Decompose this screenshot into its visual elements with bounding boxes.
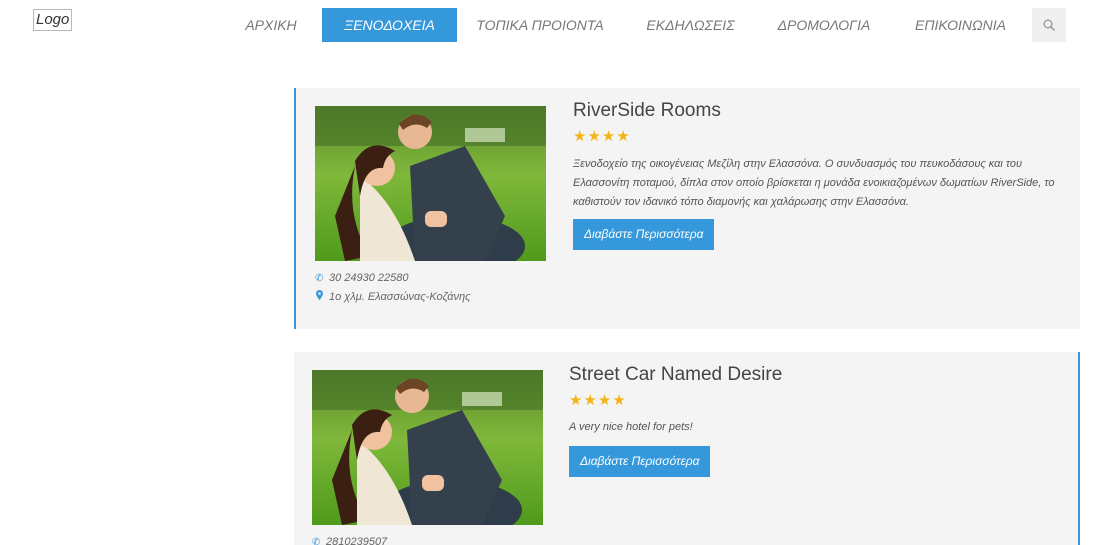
hotel-description: Ξενοδοχείο της οικογένειας Μεζίλη στην Ε…	[573, 158, 1055, 208]
address-text: 1ο χλμ. Ελασσώνας-Κοζάνης	[329, 290, 471, 303]
phone-text: 2810239507	[326, 536, 388, 545]
hotel-description: A very nice hotel for pets!	[569, 421, 693, 433]
nav-item-home[interactable]: ΑΡΧΙΚΗ	[244, 8, 298, 42]
phone-icon: ✆	[312, 536, 321, 545]
hotel-phone: ✆ 2810239507	[312, 536, 387, 545]
logo[interactable]: Logo	[33, 9, 73, 31]
read-more-button[interactable]: Διαβάστε Περισσότερα	[573, 219, 715, 250]
phone-text: 30 24930 22580	[329, 272, 409, 284]
nav-item-local-products[interactable]: ΤΟΠΙΚΑ ΠΡΟΙΟΝΤΑ	[476, 8, 604, 42]
star-rating: ★★★★	[569, 392, 627, 409]
nav-item-hotels[interactable]: ΞΕΝΟΔΟΧΕΙΑ	[322, 8, 457, 42]
hotel-photo[interactable]	[315, 106, 546, 261]
search-icon	[1043, 19, 1055, 31]
map-marker-icon	[315, 290, 323, 303]
star-rating: ★★★★	[573, 128, 631, 145]
nav-item-events[interactable]: ΕΚΔΗΛΩΣΕΙΣ	[646, 8, 735, 42]
hotel-phone: ✆ 30 24930 22580	[315, 272, 409, 284]
hotel-address: 1ο χλμ. Ελασσώνας-Κοζάνης	[315, 290, 470, 303]
hotel-card: RiverSide Rooms ★★★★ Ξενοδοχείο της οικο…	[294, 88, 1080, 329]
search-button[interactable]	[1032, 8, 1066, 42]
phone-icon: ✆	[315, 272, 324, 284]
nav-item-routes[interactable]: ΔΡΟΜΟΛΟΓΙΑ	[776, 8, 872, 42]
read-more-button[interactable]: Διαβάστε Περισσότερα	[569, 446, 711, 477]
nav-item-contact[interactable]: ΕΠΙΚΟΙΝΩΝΙΑ	[914, 8, 1007, 42]
hotel-name[interactable]: RiverSide Rooms	[573, 100, 721, 122]
hotel-photo[interactable]	[312, 370, 543, 525]
hotel-card: Street Car Named Desire ★★★★ A very nice…	[294, 352, 1080, 545]
hotel-name[interactable]: Street Car Named Desire	[569, 364, 782, 386]
